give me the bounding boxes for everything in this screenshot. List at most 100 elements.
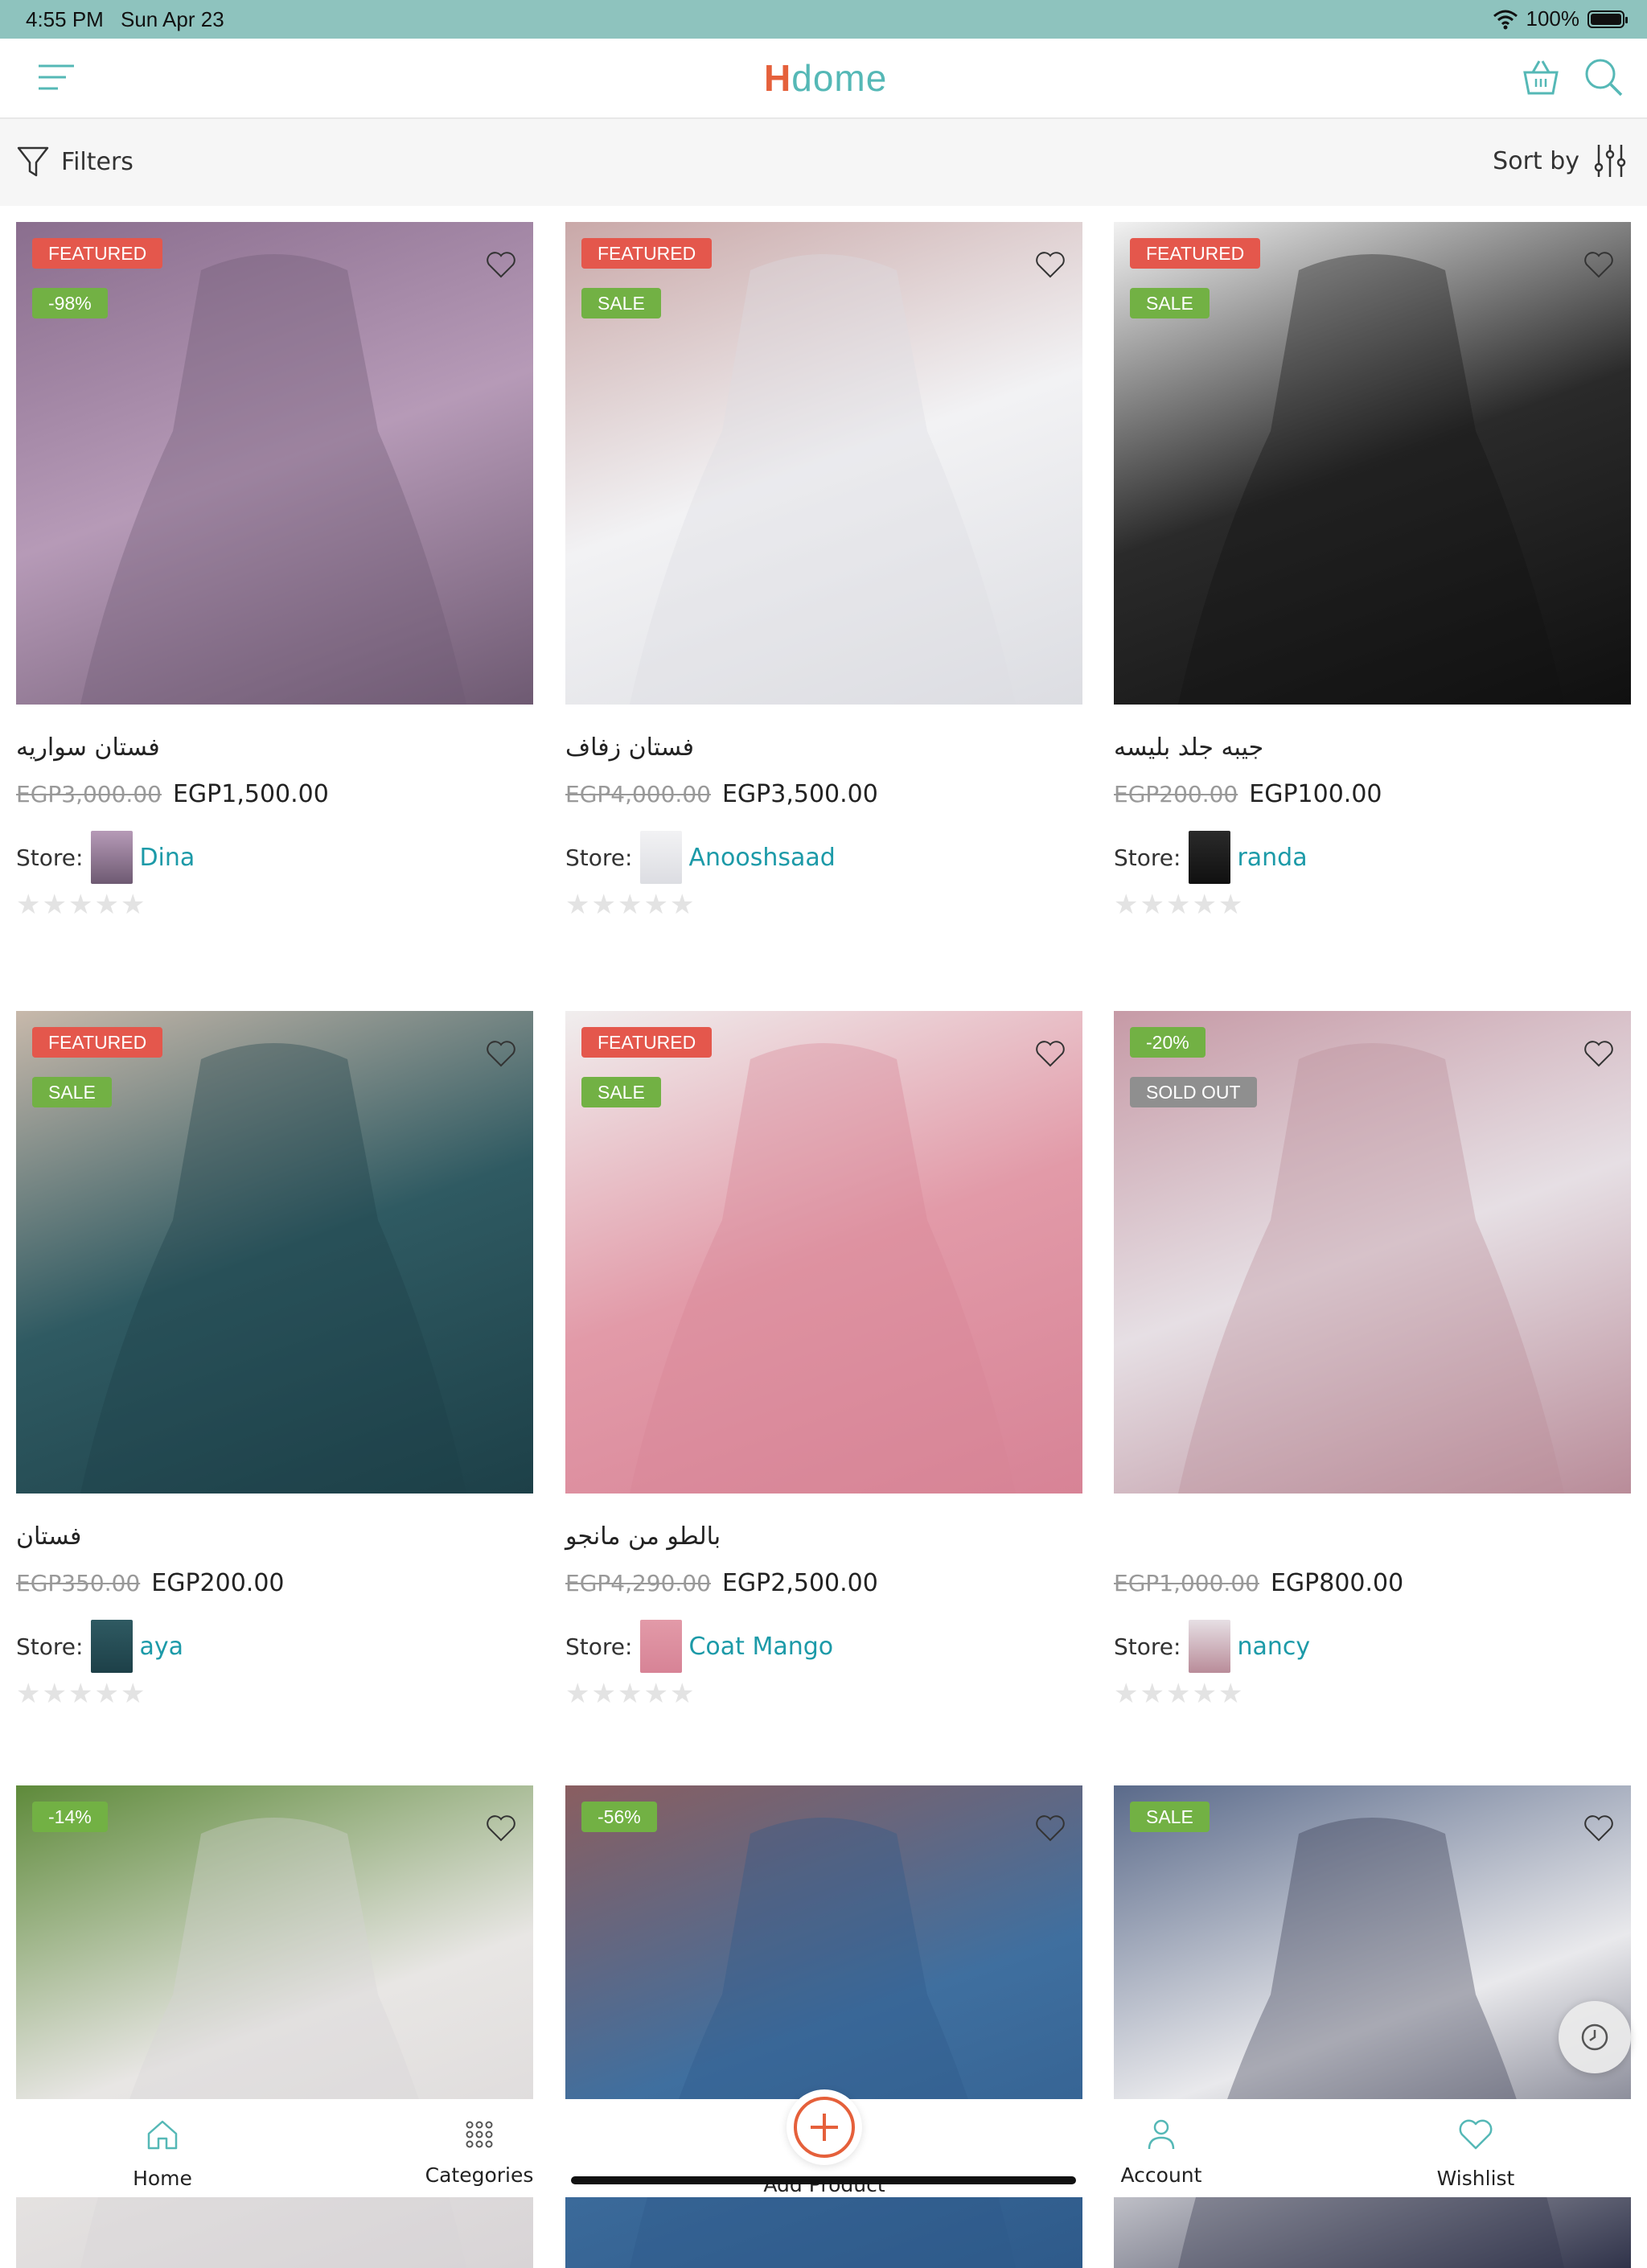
filter-sort-bar: Filters Sort by	[0, 119, 1647, 206]
product-store: Store: Anooshsaad	[565, 831, 1082, 884]
sort-label: Sort by	[1493, 146, 1579, 175]
menu-icon[interactable]	[34, 55, 79, 100]
star-icon: ★	[565, 1678, 592, 1710]
wishlist-heart-icon[interactable]	[485, 1038, 517, 1070]
sort-button[interactable]: Sort by	[1493, 142, 1628, 180]
wishlist-heart-icon[interactable]	[1583, 249, 1615, 281]
star-icon: ★	[94, 889, 121, 921]
product-card[interactable]: FEATURED SALE فستان زفاف EGP4,000.00 EGP3,50…	[565, 222, 1082, 921]
wishlist-heart-icon[interactable]	[1583, 1813, 1615, 1845]
star-icon: ★	[16, 889, 43, 921]
product-price: EGP100.00	[1249, 780, 1382, 808]
wishlist-heart-icon[interactable]	[1583, 1038, 1615, 1070]
product-name[interactable]: فستان سواريه	[16, 733, 533, 766]
star-icon: ★	[643, 889, 670, 921]
product-badge: FEATURED	[581, 1027, 713, 1058]
product-badge: -56%	[581, 1802, 657, 1832]
battery-icon	[1587, 10, 1628, 28]
product-name[interactable]	[1114, 1522, 1631, 1555]
product-badge: SALE	[1130, 288, 1210, 318]
product-image[interactable]: FEATURED -98%	[16, 222, 533, 705]
star-icon: ★	[42, 889, 68, 921]
product-image[interactable]: FEATURED SALE	[565, 222, 1082, 705]
product-old-price: EGP4,000.00	[565, 781, 711, 807]
battery-percent: 100%	[1526, 6, 1580, 31]
product-old-price: EGP1,000.00	[1114, 1570, 1259, 1596]
product-badge: FEATURED	[32, 1027, 163, 1058]
wishlist-heart-icon[interactable]	[485, 249, 517, 281]
user-icon	[1148, 2119, 1175, 2150]
product-prices: EGP350.00 EGP200.00	[16, 1569, 533, 1597]
product-badge: SOLD OUT	[1130, 1077, 1257, 1107]
product-name[interactable]: بالطو من مانجو	[565, 1522, 1082, 1555]
status-date: Sun Apr 23	[121, 7, 224, 31]
history-button[interactable]	[1559, 2001, 1631, 2073]
product-badge: FEATURED	[1130, 238, 1261, 269]
product-prices: EGP4,290.00 EGP2,500.00	[565, 1569, 1082, 1597]
product-price: EGP1,500.00	[172, 780, 329, 808]
rating-stars: ★★★★★	[565, 889, 1082, 921]
product-card[interactable]: FEATURED SALE جيبه جلد بليسه EGP200.00 EGP10…	[1114, 222, 1631, 921]
wishlist-heart-icon[interactable]	[1034, 1813, 1066, 1845]
tab-account[interactable]: Account	[1081, 2114, 1242, 2187]
product-prices: EGP4,000.00 EGP3,500.00	[565, 780, 1082, 808]
product-old-price: EGP350.00	[16, 1570, 141, 1596]
store-avatar[interactable]	[1189, 831, 1231, 884]
store-prefix: Store:	[1114, 844, 1181, 871]
product-image[interactable]: FEATURED SALE	[565, 1011, 1082, 1494]
product-store: Store: Coat Mango	[565, 1620, 1082, 1673]
product-badge: FEATURED	[32, 238, 163, 269]
product-name[interactable]: جيبه جلد بليسه	[1114, 733, 1631, 766]
wishlist-heart-icon[interactable]	[1034, 1038, 1066, 1070]
star-icon: ★	[591, 1678, 618, 1710]
product-image[interactable]: -20% SOLD OUT	[1114, 1011, 1631, 1494]
store-link[interactable]: Anooshsaad	[688, 844, 835, 872]
status-right: 100%	[1493, 6, 1628, 31]
store-link[interactable]: randa	[1237, 844, 1307, 872]
basket-icon[interactable]	[1518, 55, 1563, 100]
product-name[interactable]: فستان	[16, 1522, 533, 1555]
plus-icon	[794, 2097, 855, 2158]
product-price: EGP2,500.00	[721, 1569, 878, 1597]
product-card[interactable]: FEATURED SALE بالطو من مانجو EGP4,290.00 EGP…	[565, 1011, 1082, 1710]
store-avatar[interactable]	[640, 831, 683, 884]
star-icon: ★	[120, 1678, 147, 1710]
star-icon: ★	[120, 889, 147, 921]
product-image[interactable]: FEATURED SALE	[1114, 222, 1631, 705]
product-card[interactable]: FEATURED -98% فستان سواريه EGP3,000.00 EGP1,…	[16, 222, 533, 921]
rating-stars: ★★★★★	[565, 1678, 1082, 1710]
product-image[interactable]: FEATURED SALE	[16, 1011, 533, 1494]
star-icon: ★	[42, 1678, 68, 1710]
wishlist-heart-icon[interactable]	[485, 1813, 517, 1845]
product-old-price: EGP200.00	[1114, 781, 1238, 807]
store-avatar[interactable]	[1189, 1620, 1231, 1673]
store-link[interactable]: nancy	[1237, 1633, 1310, 1661]
star-icon: ★	[669, 889, 696, 921]
product-badge: SALE	[581, 1077, 661, 1107]
star-icon: ★	[1140, 889, 1166, 921]
product-name[interactable]: فستان زفاف	[565, 733, 1082, 766]
star-icon: ★	[617, 1678, 644, 1710]
search-icon[interactable]	[1581, 55, 1626, 100]
store-avatar[interactable]	[91, 831, 133, 884]
top-navbar: Hdome	[0, 39, 1647, 119]
product-card[interactable]: -20% SOLD OUT EGP1,000.00 EGP800.00 Store: na…	[1114, 1011, 1631, 1710]
filters-button[interactable]: Filters	[16, 145, 133, 179]
store-link[interactable]: aya	[139, 1633, 183, 1661]
tab-categories[interactable]: Categories	[399, 2114, 560, 2187]
store-link[interactable]: Dina	[139, 844, 195, 872]
tab-wishlist[interactable]: Wishlist	[1395, 2114, 1556, 2190]
star-icon: ★	[565, 889, 592, 921]
tab-home[interactable]: Home	[82, 2114, 243, 2190]
app-logo[interactable]: Hdome	[764, 56, 887, 100]
filter-icon	[17, 146, 49, 177]
star-icon: ★	[1114, 889, 1140, 921]
add-product-button[interactable]	[787, 2089, 862, 2165]
product-badge: SALE	[581, 288, 661, 318]
wishlist-heart-icon[interactable]	[1034, 249, 1066, 281]
product-card[interactable]: FEATURED SALE فستان EGP350.00 EGP200.00 Store…	[16, 1011, 533, 1710]
store-link[interactable]: Coat Mango	[688, 1633, 833, 1661]
product-store: Store: aya	[16, 1620, 533, 1673]
store-avatar[interactable]	[91, 1620, 133, 1673]
store-avatar[interactable]	[640, 1620, 683, 1673]
